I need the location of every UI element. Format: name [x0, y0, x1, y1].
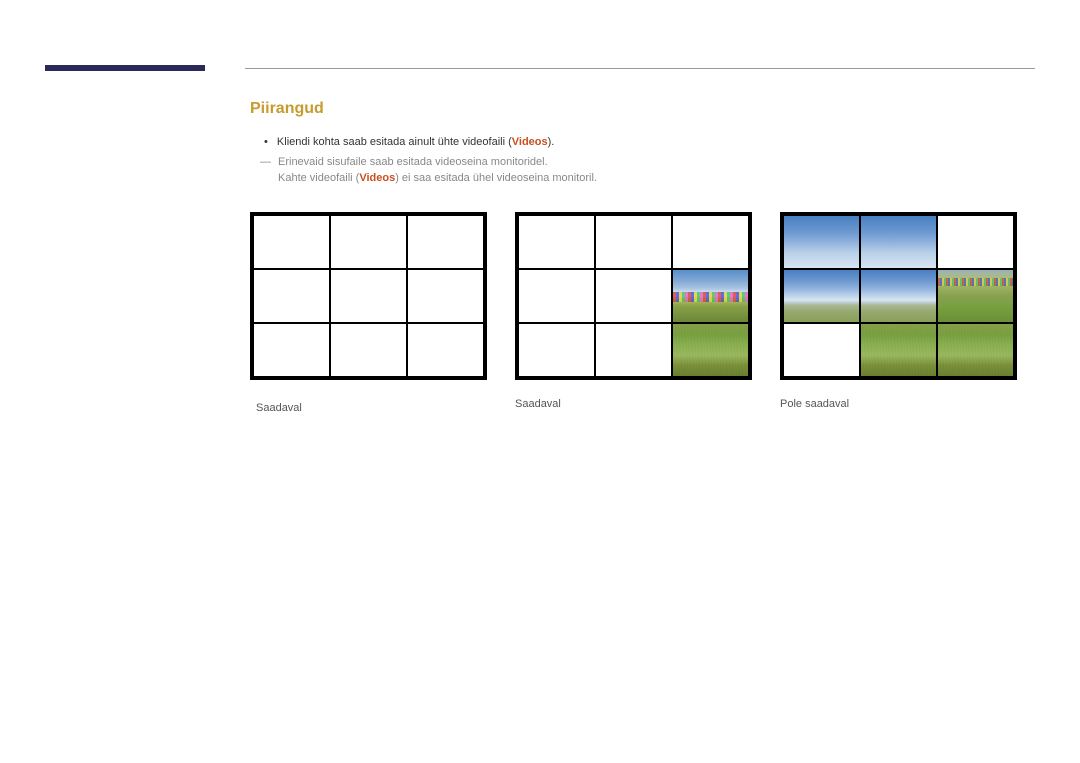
grid-caption-2: Saadaval: [515, 398, 752, 410]
grid-cell: [407, 269, 484, 323]
grid-cell-image: [937, 269, 1014, 323]
sub2-post: ) ei saa esitada ühel videoseina monitor…: [395, 172, 597, 184]
grid-cell-image: [937, 323, 1014, 377]
grid-cell: [518, 215, 595, 269]
grid-caption-1: Saadaval: [256, 402, 487, 414]
grid-cell: [330, 269, 407, 323]
sub2-pre: Kahte videofaili (: [278, 172, 359, 184]
videowall-grid-1: [250, 212, 487, 380]
section-title: Piirangud: [250, 100, 1035, 118]
bullet-text-pre: Kliendi kohta saab esitada ainult ühte v…: [277, 136, 512, 148]
videowall-grid-3: [780, 212, 1017, 380]
main-content: Piirangud Kliendi kohta saab esitada ain…: [250, 100, 1035, 414]
header-divider: [245, 68, 1035, 69]
grid-caption-3: Pole saadaval: [780, 398, 1017, 410]
grid-cell-image: [860, 215, 937, 269]
grid-cell: [253, 323, 330, 377]
bullet-item-1: Kliendi kohta saab esitada ainult ühte v…: [264, 136, 1035, 148]
grid-cell: [672, 215, 749, 269]
grid-cell: [783, 323, 860, 377]
grids-row: Saadaval Saadaval: [250, 212, 1035, 414]
grid-cell-image-upper: [672, 269, 749, 323]
grid-cell: [595, 269, 672, 323]
videowall-grid-2: [515, 212, 752, 380]
grid-cell-image: [860, 269, 937, 323]
grid-block-2: Saadaval: [515, 212, 752, 414]
grid-cell: [518, 269, 595, 323]
grid-cell: [595, 323, 672, 377]
header-accent-bar: [45, 65, 205, 71]
grid-cell: [407, 215, 484, 269]
sub-note-1: Erinevaid sisufaile saab esitada videose…: [278, 156, 1035, 168]
bullet-highlight: Videos: [512, 136, 548, 148]
grid-cell: [330, 215, 407, 269]
grid-block-1: Saadaval: [250, 212, 487, 414]
grid-cell: [595, 215, 672, 269]
grid-cell: [518, 323, 595, 377]
grid-cell-image: [783, 269, 860, 323]
grid-cell: [253, 215, 330, 269]
grid-cell: [937, 215, 1014, 269]
sub2-highlight: Videos: [359, 172, 395, 184]
sub-note-2: Kahte videofaili (Videos) ei saa esitada…: [278, 172, 1035, 184]
grid-block-3: Pole saadaval: [780, 212, 1017, 414]
grid-cell: [330, 323, 407, 377]
grid-cell-image: [860, 323, 937, 377]
grid-cell-image: [783, 215, 860, 269]
grid-cell: [253, 269, 330, 323]
bullet-text-post: ).: [548, 136, 555, 148]
conflict-highlight-icon: [860, 269, 937, 323]
grid-cell: [407, 323, 484, 377]
grid-cell-image-lower: [672, 323, 749, 377]
